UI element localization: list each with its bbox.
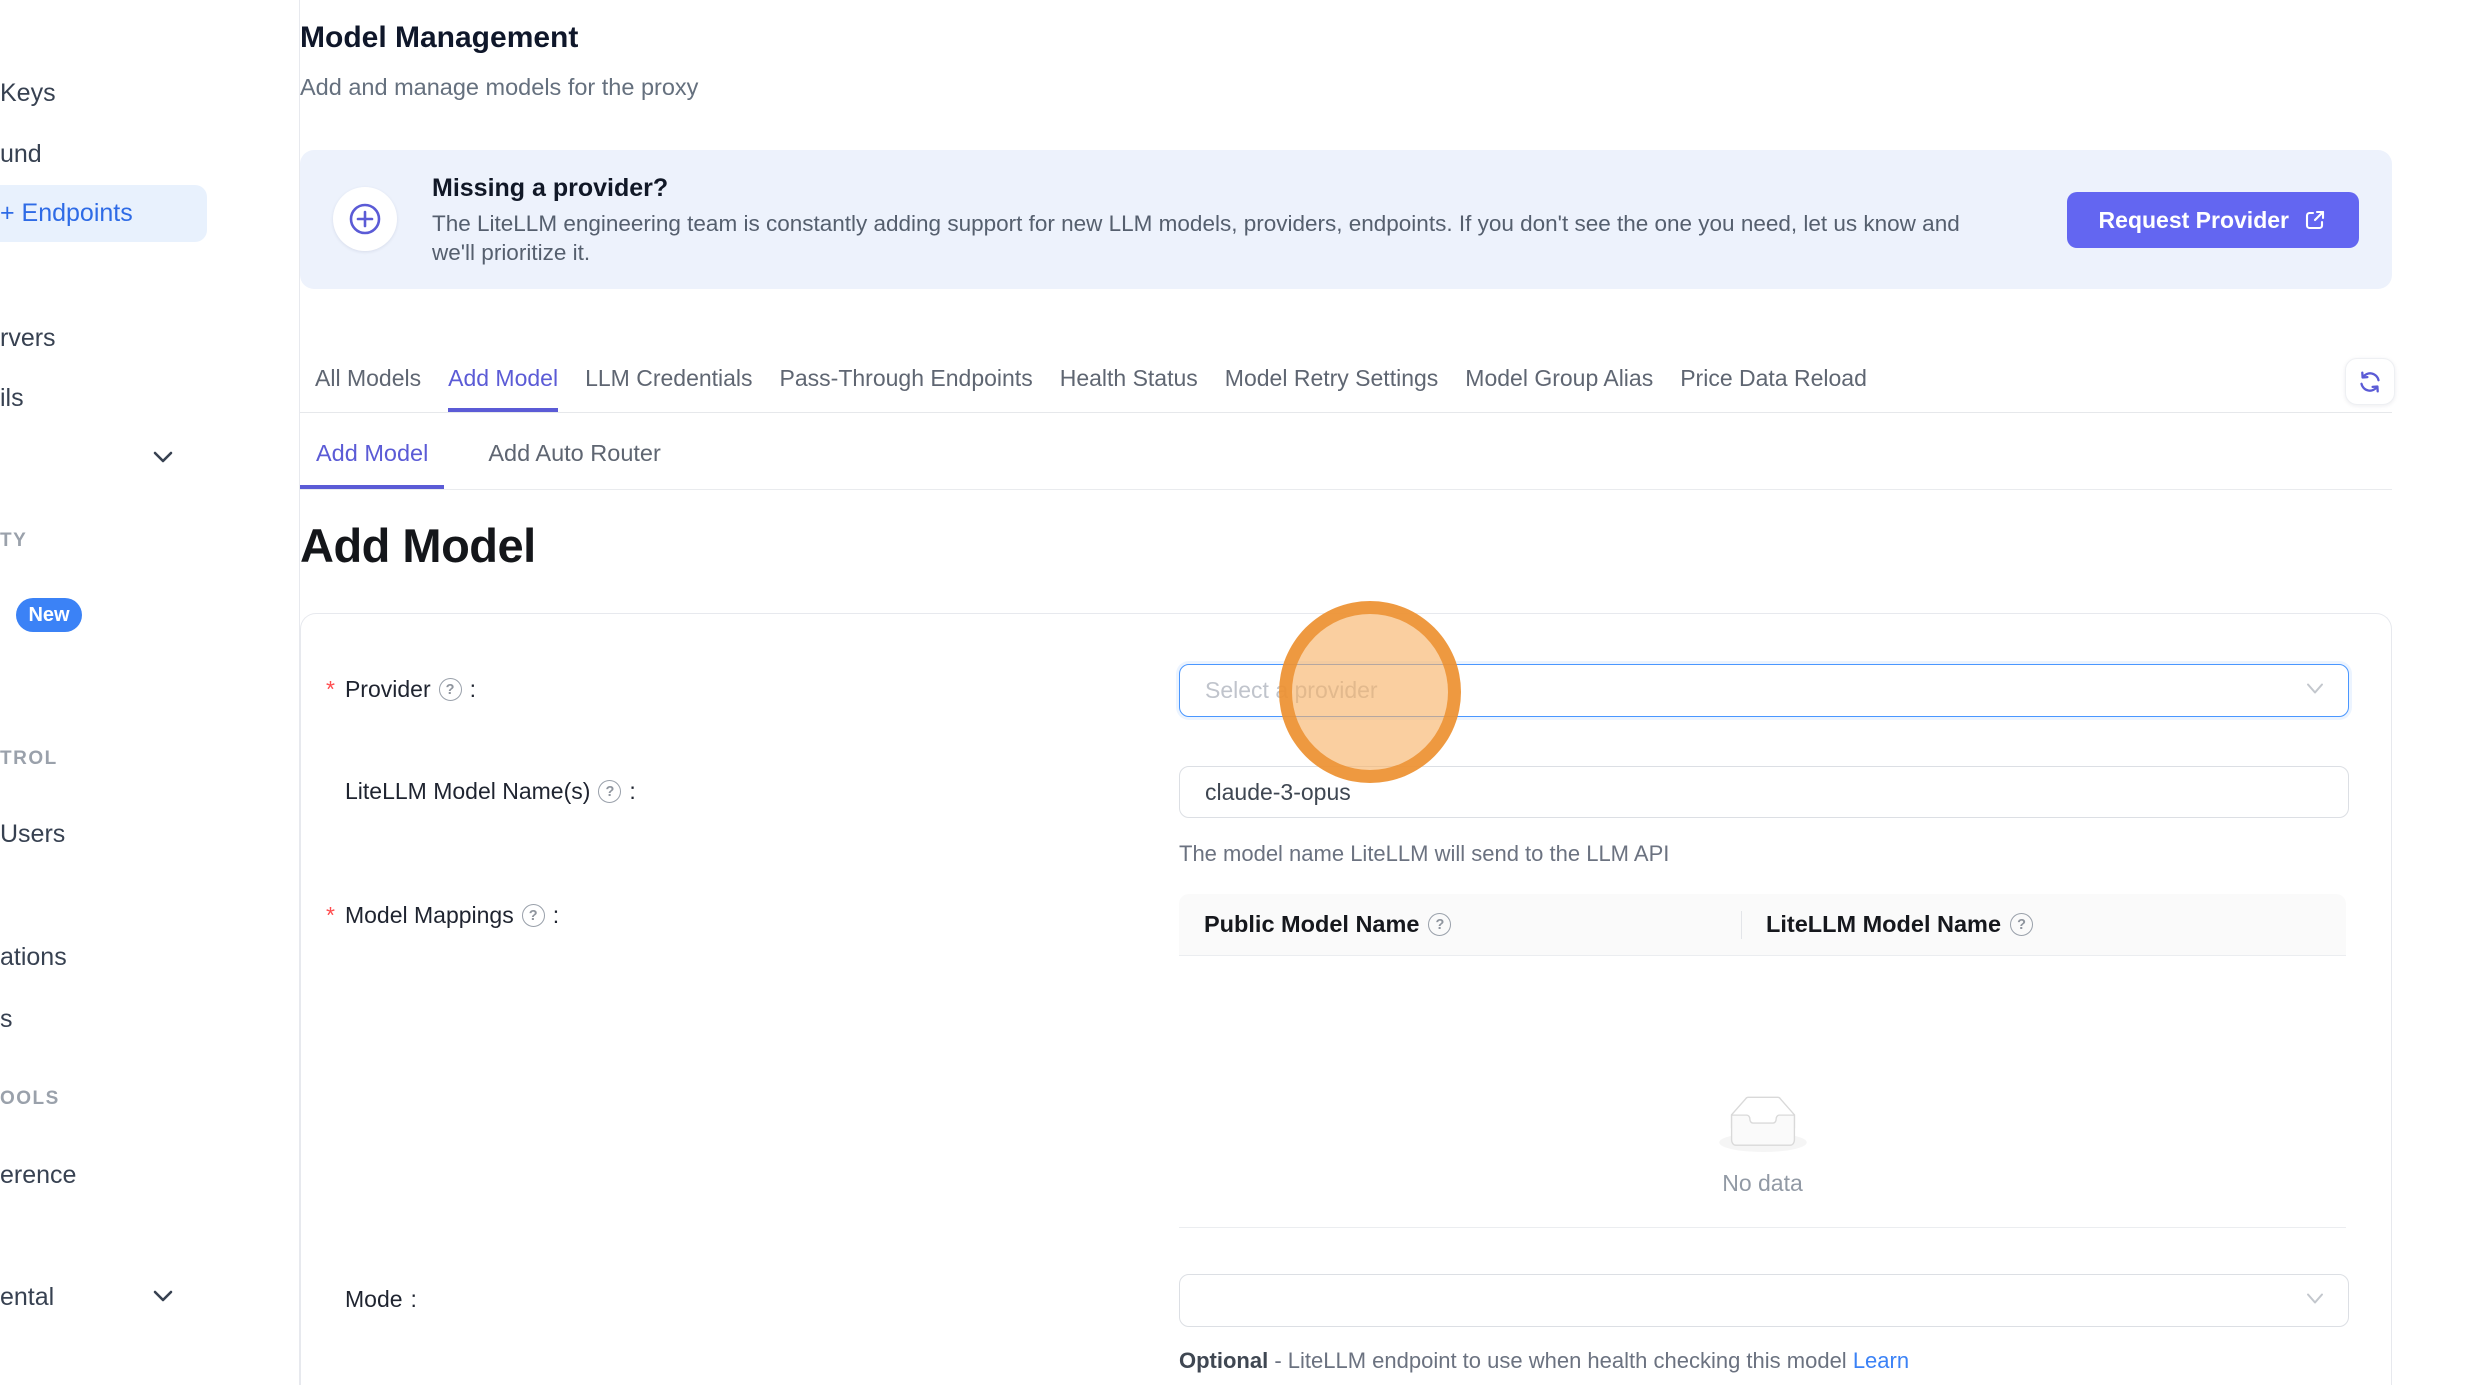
tab-model-group-alias[interactable]: Model Group Alias <box>1465 365 1653 412</box>
external-link-icon <box>2303 208 2327 232</box>
banner-body-line1: The LiteLLM engineering team is constant… <box>432 209 1960 238</box>
plus-circle-icon <box>333 187 397 251</box>
model-name-label: LiteLLM Model Name(s) ? : <box>345 778 636 805</box>
add-model-subtabs: Add Model Add Auto Router <box>300 440 2392 490</box>
label-colon: : <box>553 902 559 929</box>
model-mappings-label: * Model Mappings ? : <box>326 902 559 929</box>
sidebar-item-organizations[interactable]: ations <box>0 943 67 972</box>
column-divider <box>1741 911 1742 939</box>
sidebar-item-users[interactable]: Users <box>0 820 65 849</box>
sidebar-item-servers[interactable]: rvers <box>0 324 56 353</box>
mode-helper: Optional - LiteLLM endpoint to use when … <box>1179 1348 1909 1374</box>
help-icon[interactable]: ? <box>439 678 462 701</box>
sidebar-item-experimental[interactable]: ental <box>0 1283 54 1312</box>
model-name-helper: The model name LiteLLM will send to the … <box>1179 841 1669 867</box>
page-subtitle: Add and manage models for the proxy <box>300 74 698 101</box>
click-indicator <box>1279 601 1461 783</box>
help-icon[interactable]: ? <box>598 780 621 803</box>
tab-add-model[interactable]: Add Model <box>448 365 558 412</box>
sidebar-item-inference[interactable]: erence <box>0 1161 76 1190</box>
tab-pass-through-endpoints[interactable]: Pass-Through Endpoints <box>780 365 1033 412</box>
model-tabs: All Models Add Model LLM Credentials Pas… <box>300 365 2392 413</box>
tab-all-models[interactable]: All Models <box>315 365 421 412</box>
banner-title: Missing a provider? <box>432 174 668 203</box>
sidebar-item-keys[interactable]: Keys <box>0 79 56 108</box>
mappings-table-header: Public Model Name ? LiteLLM Model Name ? <box>1179 894 2346 956</box>
sidebar-experimental-chevron[interactable] <box>150 1286 176 1311</box>
learn-link[interactable]: Learn <box>1853 1348 1909 1373</box>
sidebar-item-guardrails[interactable]: ils <box>0 384 24 413</box>
help-icon[interactable]: ? <box>1428 913 1451 936</box>
sidebar-collapse-row[interactable] <box>150 447 176 472</box>
sidebar-section-label: TROL <box>0 748 58 770</box>
required-asterisk: * <box>326 902 335 929</box>
banner-body-line2: we'll prioritize it. <box>432 238 1960 267</box>
optional-text: Optional <box>1179 1348 1268 1373</box>
model-mappings-label-text: Model Mappings <box>345 902 514 929</box>
mode-label-text: Mode <box>345 1286 403 1313</box>
empty-state: No data <box>1179 1096 2346 1197</box>
subtab-add-model[interactable]: Add Model <box>300 440 444 489</box>
mode-label: Mode : <box>345 1286 417 1313</box>
mode-select[interactable] <box>1179 1274 2349 1327</box>
new-badge[interactable]: New <box>16 598 82 632</box>
chevron-down-icon <box>2304 681 2326 700</box>
chevron-down-icon <box>2304 1291 2326 1310</box>
public-model-name-column-header: Public Model Name ? <box>1179 894 1741 955</box>
model-name-value: claude-3-opus <box>1205 779 1351 806</box>
sidebar: Keys und + Endpoints rvers ils TY New TR… <box>0 0 300 1385</box>
request-provider-button[interactable]: Request Provider <box>2067 192 2359 248</box>
sidebar-section-label: TY <box>0 530 27 552</box>
tab-price-data-reload[interactable]: Price Data Reload <box>1680 365 1867 412</box>
sidebar-item-label: + Endpoints <box>0 199 133 228</box>
help-icon[interactable]: ? <box>2010 913 2033 936</box>
litellm-model-name-column-header: LiteLLM Model Name ? <box>1741 894 2033 955</box>
model-name-label-text: LiteLLM Model Name(s) <box>345 778 590 805</box>
request-provider-label: Request Provider <box>2099 207 2289 234</box>
provider-label-text: Provider <box>345 676 431 703</box>
required-asterisk: * <box>326 676 335 703</box>
sidebar-item-playground[interactable]: und <box>0 140 42 169</box>
tab-llm-credentials[interactable]: LLM Credentials <box>585 365 752 412</box>
label-colon: : <box>411 1286 417 1313</box>
help-icon[interactable]: ? <box>522 904 545 927</box>
label-colon: : <box>629 778 635 805</box>
mappings-table-body: No data <box>1179 956 2346 1228</box>
column-header-text: Public Model Name <box>1204 911 1419 938</box>
tab-health-status[interactable]: Health Status <box>1060 365 1198 412</box>
add-model-heading: Add Model <box>300 518 536 573</box>
tab-model-retry-settings[interactable]: Model Retry Settings <box>1225 365 1438 412</box>
subtab-add-auto-router[interactable]: Add Auto Router <box>472 440 676 489</box>
model-mappings-table: Public Model Name ? LiteLLM Model Name ? <box>1179 894 2346 1228</box>
sidebar-section-label: OOLS <box>0 1088 60 1110</box>
no-data-text: No data <box>1179 1170 2346 1197</box>
missing-provider-banner: Missing a provider? The LiteLLM engineer… <box>300 150 2392 289</box>
page-title: Model Management <box>300 18 578 58</box>
sidebar-item-teams[interactable]: s <box>0 1005 13 1034</box>
column-header-text: LiteLLM Model Name <box>1766 911 2001 938</box>
refresh-button[interactable] <box>2345 358 2395 405</box>
model-management-page: Keys und + Endpoints rvers ils TY New TR… <box>0 0 2477 1385</box>
sidebar-item-models-endpoints[interactable]: + Endpoints <box>0 185 207 242</box>
empty-inbox-icon <box>1719 1096 1807 1152</box>
refresh-icon <box>2356 368 2384 396</box>
chevron-down-icon <box>150 1286 176 1306</box>
mode-helper-text: - LiteLLM endpoint to use when health ch… <box>1268 1348 1853 1373</box>
chevron-down-icon <box>150 447 176 467</box>
provider-label: * Provider ? : <box>326 676 476 703</box>
label-colon: : <box>470 676 476 703</box>
banner-body: The LiteLLM engineering team is constant… <box>432 209 1960 267</box>
